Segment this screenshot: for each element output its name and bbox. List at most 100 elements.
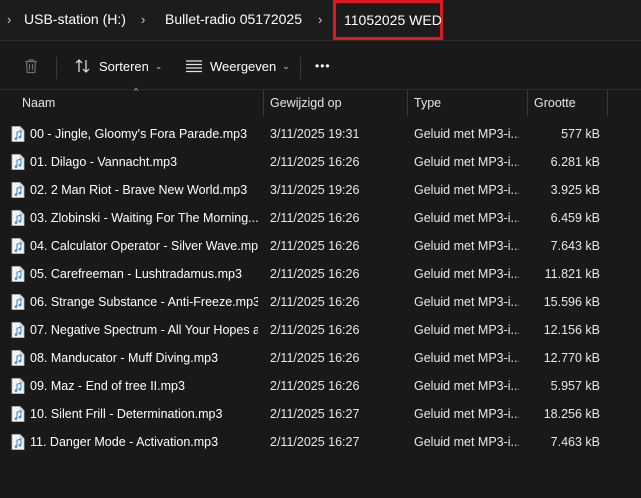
- file-type: Geluid met MP3-i...: [414, 379, 519, 393]
- file-row[interactable]: 03. Zlobinski - Waiting For The Morning.…: [0, 204, 641, 232]
- audio-file-icon: [11, 322, 25, 338]
- sort-label: Sorteren: [99, 58, 149, 74]
- audio-file-icon: [11, 154, 25, 170]
- more-options-icon: •••: [315, 59, 331, 73]
- audio-file-icon: [11, 294, 25, 310]
- file-name: 04. Calculator Operator - Silver Wave.mp…: [30, 239, 258, 253]
- file-row[interactable]: 06. Strange Substance - Anti-Freeze.mp3 …: [0, 288, 641, 316]
- file-type: Geluid met MP3-i...: [414, 407, 519, 421]
- file-name: 10. Silent Frill - Determination.mp3: [30, 407, 223, 421]
- file-row[interactable]: 09. Maz - End of tree II.mp3 2/11/2025 1…: [0, 372, 641, 400]
- address-bar[interactable]: › USB-station (H:) › Bullet-radio 051720…: [0, 0, 641, 40]
- file-size: 15.596 kB: [543, 295, 600, 309]
- column-header-size[interactable]: Grootte: [534, 96, 576, 110]
- file-modified: 3/11/2025 19:31: [270, 127, 360, 141]
- view-button[interactable]: Weergeven ⌄: [185, 41, 290, 91]
- column-header-type[interactable]: Type: [414, 96, 441, 110]
- column-header: Naam Gewijzigd op Type Grootte: [0, 90, 641, 116]
- file-name: 07. Negative Spectrum - All Your Hopes a…: [30, 323, 258, 337]
- audio-file-icon: [11, 266, 25, 282]
- audio-file-icon: [11, 182, 25, 198]
- file-size: 12.156 kB: [543, 323, 600, 337]
- column-header-modified[interactable]: Gewijzigd op: [270, 96, 342, 110]
- view-list-icon: [186, 60, 202, 73]
- audio-file-icon: [11, 210, 25, 226]
- file-type: Geluid met MP3-i...: [414, 435, 519, 449]
- file-row[interactable]: 11. Danger Mode - Activation.mp3 2/11/20…: [0, 428, 641, 456]
- file-name: 11. Danger Mode - Activation.mp3: [30, 435, 219, 449]
- chevron-right-icon[interactable]: ›: [141, 12, 145, 27]
- file-modified: 2/11/2025 16:27: [270, 407, 360, 421]
- audio-file-icon: [11, 350, 25, 366]
- file-type: Geluid met MP3-i...: [414, 155, 519, 169]
- file-type: Geluid met MP3-i...: [414, 239, 519, 253]
- delete-button[interactable]: [22, 41, 40, 91]
- file-modified: 2/11/2025 16:26: [270, 155, 360, 169]
- audio-file-icon: [11, 238, 25, 254]
- file-row[interactable]: 02. 2 Man Riot - Brave New World.mp3 3/1…: [0, 176, 641, 204]
- chevron-down-icon: ⌄: [154, 60, 163, 71]
- file-name: 01. Dilago - Vannacht.mp3: [30, 155, 178, 169]
- file-type: Geluid met MP3-i...: [414, 295, 519, 309]
- toolbar-divider: [300, 57, 301, 79]
- column-resize-handle[interactable]: [527, 90, 528, 116]
- file-row[interactable]: 05. Carefreeman - Lushtradamus.mp3 2/11/…: [0, 260, 641, 288]
- file-row[interactable]: 08. Manducator - Muff Diving.mp3 2/11/20…: [0, 344, 641, 372]
- file-size: 18.256 kB: [543, 407, 600, 421]
- file-name: 09. Maz - End of tree II.mp3: [30, 379, 185, 393]
- breadcrumb-item-bullet-radio[interactable]: Bullet-radio 05172025: [165, 11, 302, 27]
- command-bar: Sorteren ⌄ Weergeven ⌄ •••: [0, 41, 641, 91]
- toolbar-divider: [56, 57, 57, 79]
- file-size: 7.463 kB: [550, 435, 600, 449]
- file-size: 5.957 kB: [550, 379, 600, 393]
- file-name: 00 - Jingle, Gloomy's Fora Parade.mp3: [30, 127, 248, 141]
- column-resize-handle[interactable]: [607, 90, 608, 116]
- breadcrumb-current-highlight[interactable]: 11052025 WED: [333, 0, 443, 40]
- chevron-right-icon[interactable]: ›: [318, 12, 322, 27]
- file-row[interactable]: 01. Dilago - Vannacht.mp3 2/11/2025 16:2…: [0, 148, 641, 176]
- file-modified: 2/11/2025 16:26: [270, 295, 360, 309]
- file-name: 02. 2 Man Riot - Brave New World.mp3: [30, 183, 248, 197]
- audio-file-icon: [11, 434, 25, 450]
- breadcrumb-item-current[interactable]: 11052025 WED: [344, 12, 442, 28]
- column-resize-handle[interactable]: [407, 90, 408, 116]
- audio-file-icon: [11, 406, 25, 422]
- file-modified: 3/11/2025 19:26: [270, 183, 360, 197]
- file-name: 06. Strange Substance - Anti-Freeze.mp3: [30, 295, 258, 309]
- breadcrumb-item-usb-station[interactable]: USB-station (H:): [24, 11, 126, 27]
- sort-icon: [75, 59, 90, 73]
- file-row[interactable]: 04. Calculator Operator - Silver Wave.mp…: [0, 232, 641, 260]
- file-name: 08. Manducator - Muff Diving.mp3: [30, 351, 219, 365]
- file-size: 11.821 kB: [544, 267, 600, 281]
- more-options-button[interactable]: •••: [315, 41, 331, 91]
- column-resize-handle[interactable]: [263, 90, 264, 116]
- file-size: 6.459 kB: [550, 211, 600, 225]
- file-modified: 2/11/2025 16:26: [270, 239, 360, 253]
- file-type: Geluid met MP3-i...: [414, 127, 519, 141]
- column-header-name[interactable]: Naam: [22, 96, 55, 110]
- chevron-right-icon[interactable]: ›: [7, 12, 11, 27]
- file-size: 3.925 kB: [550, 183, 600, 197]
- file-type: Geluid met MP3-i...: [414, 323, 519, 337]
- trash-icon: [25, 59, 37, 74]
- file-name: 03. Zlobinski - Waiting For The Morning.…: [30, 211, 258, 225]
- file-modified: 2/11/2025 16:26: [270, 323, 360, 337]
- file-size: 577 kB: [561, 127, 600, 141]
- file-row[interactable]: 00 - Jingle, Gloomy's Fora Parade.mp3 3/…: [0, 120, 641, 148]
- chevron-down-icon: ⌄: [282, 60, 290, 71]
- file-size: 7.643 kB: [550, 239, 600, 253]
- file-type: Geluid met MP3-i...: [414, 351, 519, 365]
- file-modified: 2/11/2025 16:26: [270, 211, 360, 225]
- file-size: 6.281 kB: [550, 155, 600, 169]
- file-row[interactable]: 07. Negative Spectrum - All Your Hopes a…: [0, 316, 641, 344]
- file-name: 05. Carefreeman - Lushtradamus.mp3: [30, 267, 242, 281]
- view-label: Weergeven: [210, 58, 277, 74]
- audio-file-icon: [11, 378, 25, 394]
- file-type: Geluid met MP3-i...: [414, 267, 519, 281]
- file-size: 12.770 kB: [543, 351, 600, 365]
- sort-button[interactable]: Sorteren ⌄: [74, 41, 162, 91]
- file-modified: 2/11/2025 16:26: [270, 379, 360, 393]
- file-type: Geluid met MP3-i...: [414, 211, 519, 225]
- file-modified: 2/11/2025 16:26: [270, 351, 360, 365]
- file-row[interactable]: 10. Silent Frill - Determination.mp3 2/1…: [0, 400, 641, 428]
